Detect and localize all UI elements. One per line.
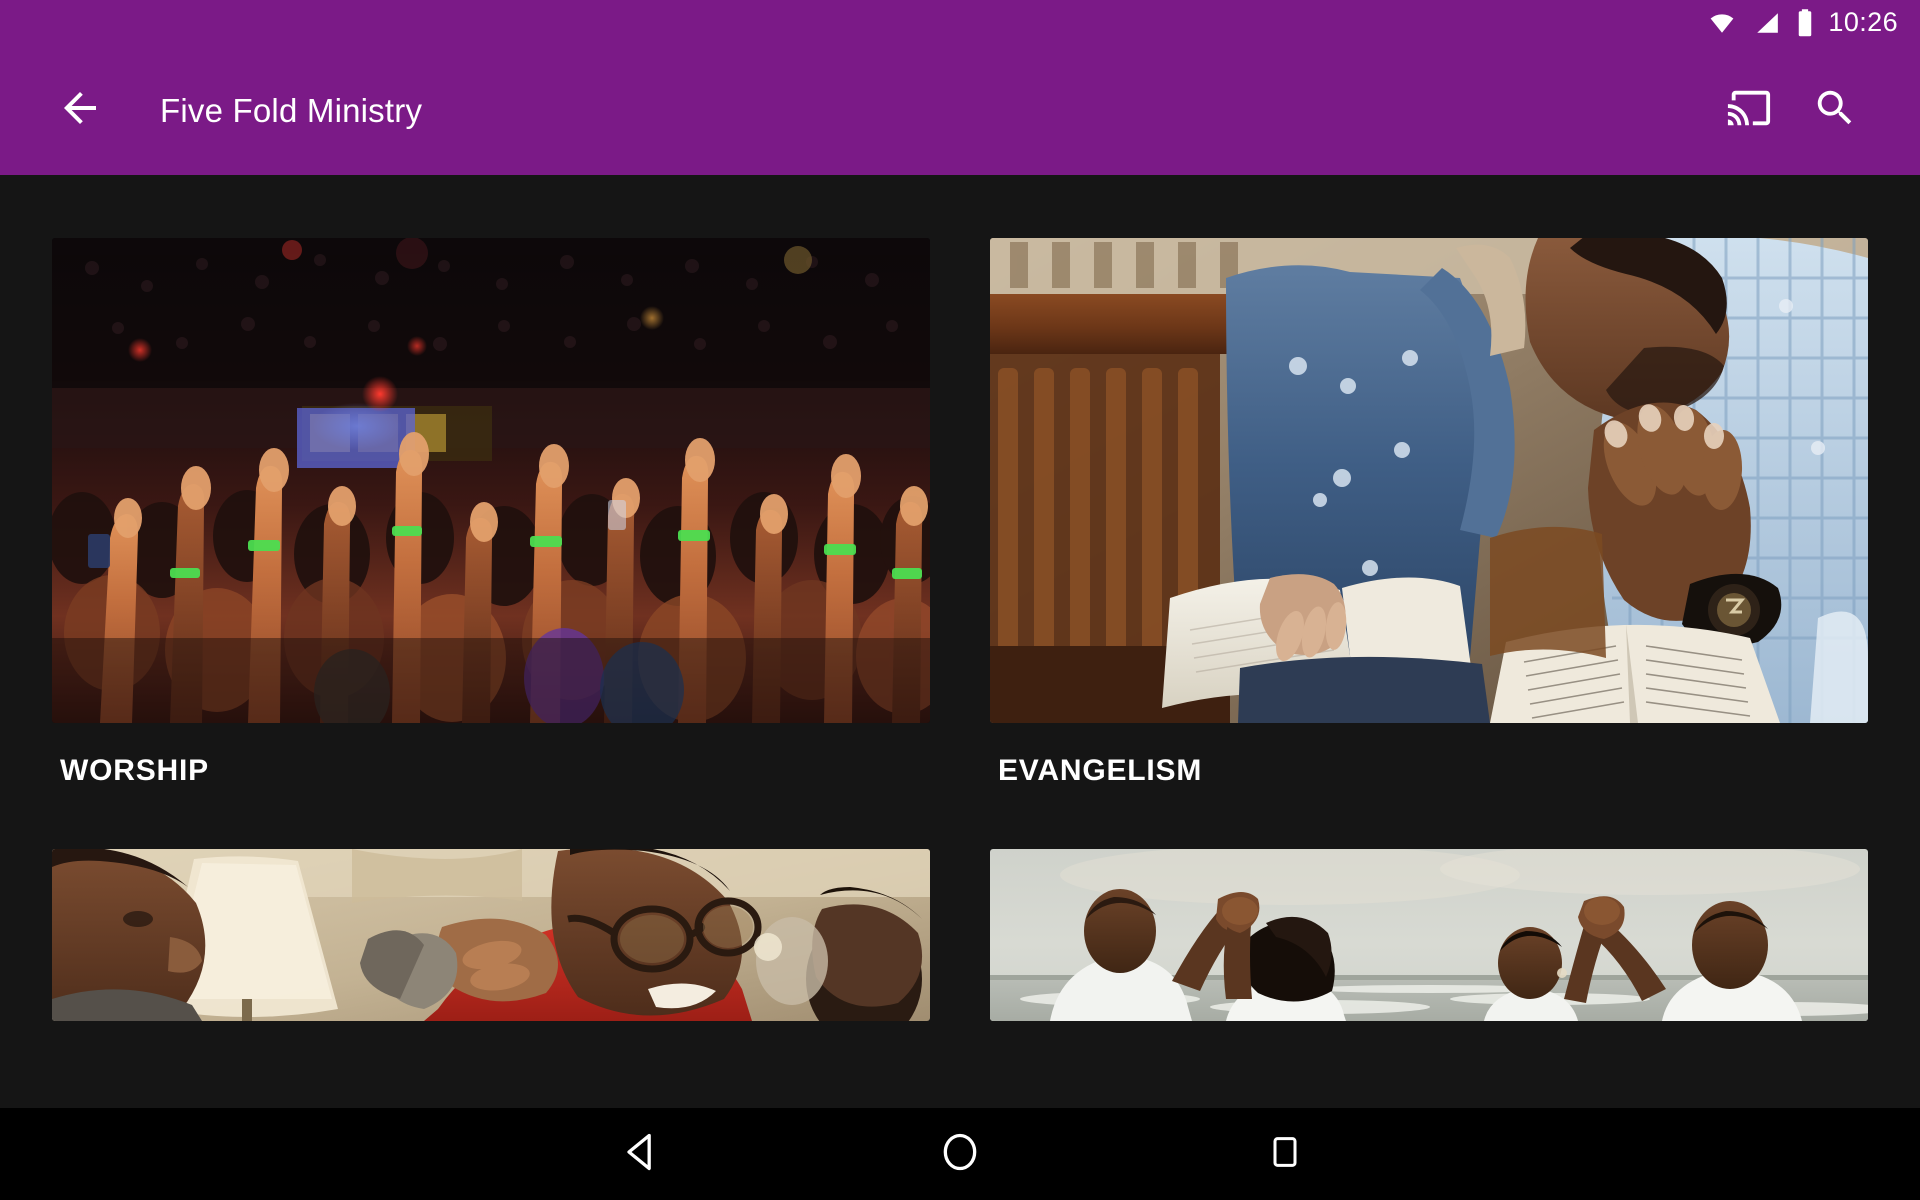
status-bar: 10:26: [0, 0, 1920, 46]
worship-crowd-hands-raised-image: [52, 238, 930, 723]
nav-home-button[interactable]: [900, 1108, 1020, 1200]
nav-recents-square-icon: [1265, 1132, 1305, 1177]
android-screen: 10:26 Five Fold Ministry WORSHIP EVANGEL…: [0, 0, 1920, 1200]
category-list-scroll-area[interactable]: WORSHIP EVANGELISM: [0, 175, 1920, 1108]
cast-button[interactable]: [1726, 85, 1772, 136]
battery-icon: [1795, 8, 1815, 38]
search-button[interactable]: [1812, 85, 1858, 136]
teaching-men-talking-lamp-image: [52, 849, 930, 1021]
category-card-worship[interactable]: WORSHIP: [52, 238, 930, 786]
app-bar-actions: [1726, 85, 1920, 136]
category-label: WORSHIP: [60, 754, 209, 787]
nav-back-triangle-icon: [618, 1130, 662, 1179]
category-card-fourth[interactable]: [990, 849, 1868, 1054]
android-navigation-bar: [0, 1108, 1920, 1200]
back-arrow-icon: [56, 84, 104, 137]
category-card-evangelism[interactable]: EVANGELISM: [990, 238, 1868, 786]
nav-back-button[interactable]: [580, 1108, 700, 1200]
evangelism-men-praying-bible-image: [990, 238, 1868, 723]
category-label: EVANGELISM: [998, 754, 1203, 787]
category-label: [990, 1021, 1868, 1054]
category-label: [52, 1021, 930, 1054]
search-icon: [1812, 90, 1858, 135]
status-bar-clock: 10:26: [1828, 6, 1898, 37]
category-grid: WORSHIP EVANGELISM: [0, 175, 1920, 1054]
nav-home-circle-icon: [938, 1130, 982, 1179]
wifi-icon: [1705, 10, 1739, 36]
category-card-third[interactable]: [52, 849, 930, 1054]
cell-signal-icon: [1752, 10, 1782, 36]
nav-recents-button[interactable]: [1225, 1108, 1345, 1200]
page-title: Five Fold Ministry: [160, 91, 423, 129]
back-button[interactable]: [32, 84, 128, 137]
beach-hands-raised-worship-image: [990, 849, 1868, 1021]
app-bar: Five Fold Ministry: [0, 46, 1920, 175]
cast-icon: [1726, 90, 1772, 135]
